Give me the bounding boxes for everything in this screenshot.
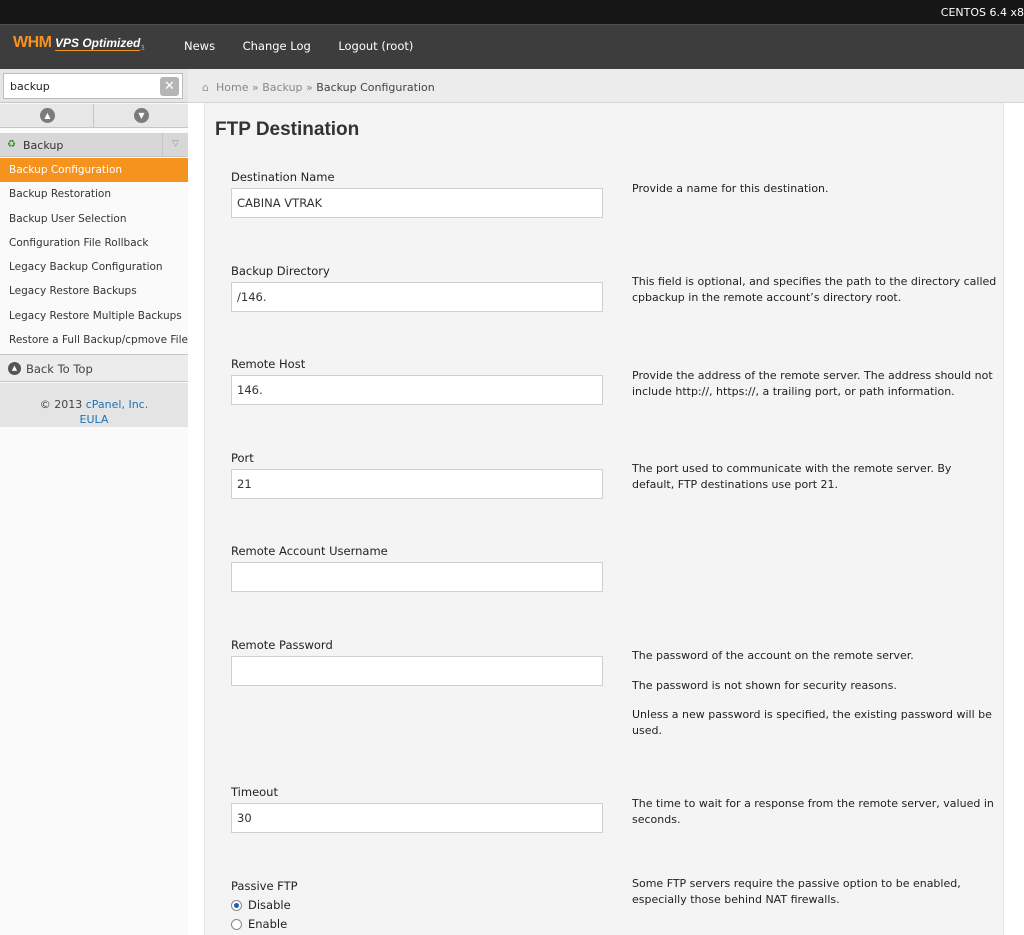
chevron-down-icon[interactable]: ▽ [162, 133, 188, 156]
eula-link[interactable]: EULA [80, 413, 109, 426]
remote-host-input[interactable] [231, 375, 603, 405]
backup-directory-field: Backup Directory [231, 264, 603, 312]
sidebar-item-backup-user-selection[interactable]: Backup User Selection [0, 207, 188, 231]
remote-username-label: Remote Account Username [231, 544, 388, 558]
remote-host-help: Provide the address of the remote server… [632, 369, 993, 398]
sidebar-group-backup[interactable]: ♻ Backup ▽ [0, 133, 188, 157]
top-nav: News Change Log Logout (root) [172, 39, 425, 53]
nav-changelog-link[interactable]: Change Log [243, 39, 311, 53]
passive-ftp-label: Passive FTP [231, 879, 298, 893]
remote-host-label: Remote Host [231, 357, 306, 371]
content-panel: FTP Destination Destination Name Provide… [204, 103, 1004, 935]
sidebar: ✕ ▲ ▼ ♻ Backup ▽ Backup Configuration Ba… [0, 69, 188, 935]
passive-enable-label: Enable [248, 917, 288, 931]
port-label: Port [231, 451, 254, 465]
sidebar-menu: Backup Configuration Backup Restoration … [0, 158, 188, 352]
timeout-help: The time to wait for a response from the… [632, 797, 994, 826]
passive-ftp-help: Some FTP servers require the passive opt… [632, 877, 961, 906]
remote-host-field: Remote Host [231, 357, 603, 405]
destination-name-label: Destination Name [231, 170, 335, 184]
passive-disable-option[interactable]: Disable [231, 898, 603, 912]
scroll-up-button[interactable]: ▲ [0, 104, 94, 128]
arrow-up-circle-icon: ▲ [8, 362, 21, 375]
breadcrumb-current: Backup Configuration [316, 81, 435, 94]
nav-news-link[interactable]: News [184, 39, 215, 53]
passive-disable-label: Disable [248, 898, 291, 912]
remote-username-input[interactable] [231, 562, 603, 592]
destination-name-input[interactable] [231, 188, 603, 218]
breadcrumb-backup[interactable]: Backup [262, 81, 302, 94]
port-field: Port [231, 451, 603, 499]
top-system-bar: CENTOS 6.4 x8 [0, 0, 1024, 24]
timeout-field: Timeout [231, 785, 603, 833]
destination-name-help: Provide a name for this destination. [632, 182, 829, 195]
scroll-down-button[interactable]: ▼ [94, 104, 188, 128]
backup-directory-help: This field is optional, and specifies th… [632, 275, 997, 304]
remote-password-help: The password of the account on the remot… [632, 649, 992, 737]
remote-password-label: Remote Password [231, 638, 333, 652]
passive-ftp-field: Passive FTP Disable Enable [231, 879, 603, 931]
main-area: FTP Destination Destination Name Provide… [188, 103, 1024, 935]
back-to-top-button[interactable]: ▲ Back To Top [0, 354, 188, 382]
header: WHM VPS Optimized3 News Change Log Logou… [0, 24, 1024, 69]
back-to-top-label: Back To Top [26, 362, 93, 376]
home-icon[interactable]: ⌂ [202, 81, 209, 94]
clear-search-icon[interactable]: ✕ [160, 77, 179, 96]
passive-enable-radio[interactable] [231, 918, 242, 930]
breadcrumb-home[interactable]: Home [216, 81, 248, 94]
port-input[interactable] [231, 469, 603, 499]
whm-logo[interactable]: WHM VPS Optimized3 [13, 34, 145, 52]
copyright-text: © 2013 [39, 398, 83, 411]
search-input[interactable] [3, 73, 183, 99]
sidebar-item-backup-restoration[interactable]: Backup Restoration [0, 182, 188, 206]
sidebar-item-legacy-backup-config[interactable]: Legacy Backup Configuration [0, 255, 188, 279]
passive-enable-option[interactable]: Enable [231, 917, 603, 931]
remote-password-input[interactable] [231, 656, 603, 686]
cpanel-link[interactable]: cPanel, Inc. [86, 398, 148, 411]
destination-name-field: Destination Name [231, 170, 603, 218]
sidebar-group-label: Backup [23, 139, 64, 152]
sidebar-item-restore-full-backup[interactable]: Restore a Full Backup/cpmove File [0, 328, 188, 352]
remote-username-field: Remote Account Username [231, 544, 603, 592]
sidebar-item-legacy-restore-multiple[interactable]: Legacy Restore Multiple Backups [0, 304, 188, 328]
timeout-input[interactable] [231, 803, 603, 833]
page-title: FTP Destination [215, 119, 360, 140]
copyright-block: © 2013 cPanel, Inc. EULA [0, 383, 188, 427]
nav-logout-link[interactable]: Logout (root) [338, 39, 413, 53]
sidebar-scroll-controls: ▲ ▼ [0, 104, 188, 128]
remote-password-field: Remote Password [231, 638, 603, 686]
passive-disable-radio[interactable] [231, 899, 242, 911]
sidebar-search: ✕ [0, 69, 188, 103]
sidebar-item-legacy-restore-backups[interactable]: Legacy Restore Backups [0, 279, 188, 303]
port-help: The port used to communicate with the re… [632, 462, 952, 491]
backup-directory-input[interactable] [231, 282, 603, 312]
sidebar-item-config-file-rollback[interactable]: Configuration File Rollback [0, 231, 188, 255]
timeout-label: Timeout [231, 785, 278, 799]
breadcrumb: ⌂ Home » Backup » Backup Configuration [188, 69, 1024, 103]
arrow-down-icon: ▼ [134, 108, 149, 123]
arrow-up-icon: ▲ [40, 108, 55, 123]
backup-icon: ♻ [7, 139, 16, 150]
os-info: CENTOS 6.4 x8 [940, 6, 1024, 19]
sidebar-item-backup-configuration[interactable]: Backup Configuration [0, 158, 188, 183]
backup-directory-label: Backup Directory [231, 264, 330, 278]
